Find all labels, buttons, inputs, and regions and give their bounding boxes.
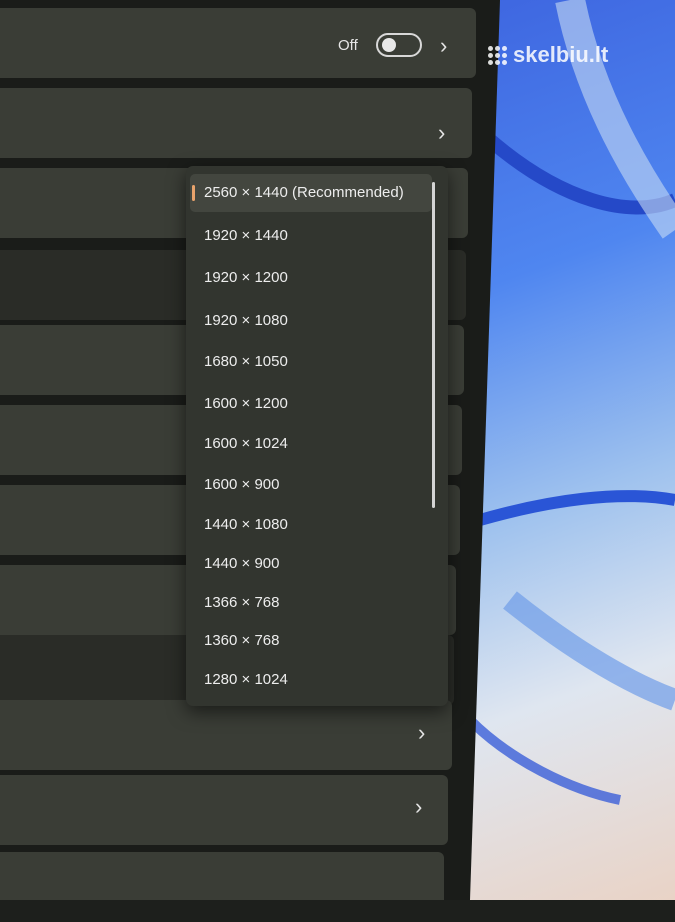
resolution-option[interactable]: 1920 × 1200	[190, 259, 432, 297]
resolution-option[interactable]: 1360 × 768	[190, 622, 432, 660]
resolution-option-label: 1600 × 900	[204, 476, 280, 493]
resolution-option-label: 1920 × 1080	[204, 312, 288, 329]
selected-indicator	[192, 185, 195, 201]
resolution-dropdown[interactable]: 2560 × 1440 (Recommended) 1920 × 1440 19…	[186, 166, 448, 706]
resolution-option-label: 1920 × 1440	[204, 227, 288, 244]
resolution-option[interactable]: 1280 × 1024	[190, 661, 432, 699]
resolution-option-label: 1600 × 1024	[204, 435, 288, 452]
settings-row[interactable]	[0, 88, 472, 158]
toggle-switch[interactable]	[376, 33, 422, 57]
settings-row[interactable]	[0, 852, 444, 900]
toggle-knob	[382, 38, 396, 52]
resolution-option[interactable]: 1680 × 1050	[190, 343, 432, 381]
resolution-option-label: 1280 × 1024	[204, 671, 288, 688]
resolution-option-label: 1366 × 768	[204, 594, 280, 611]
chevron-right-icon[interactable]: ›	[438, 122, 445, 144]
resolution-option-label: 1600 × 1200	[204, 395, 288, 412]
resolution-option-selected[interactable]: 2560 × 1440 (Recommended)	[190, 174, 432, 212]
resolution-option-label: 2560 × 1440 (Recommended)	[204, 184, 404, 201]
resolution-option[interactable]: 1440 × 1080	[190, 506, 432, 544]
watermark-text: skelbiu.lt	[513, 42, 609, 67]
resolution-option[interactable]: 1920 × 1440	[190, 217, 432, 255]
resolution-option[interactable]: 1600 × 1024	[190, 425, 432, 463]
wallpaper-art	[470, 0, 675, 805]
resolution-option[interactable]: 1600 × 900	[190, 466, 432, 504]
resolution-option-label: 1920 × 1200	[204, 269, 288, 286]
desktop-wallpaper	[470, 0, 675, 900]
toggle-state-label: Off	[338, 37, 358, 54]
resolution-option-label: 1360 × 768	[204, 632, 280, 649]
settings-row[interactable]	[0, 775, 448, 845]
watermark: skelbiu.lt	[488, 42, 608, 68]
chevron-right-icon[interactable]: ›	[418, 722, 425, 744]
resolution-option-label: 1440 × 900	[204, 555, 280, 572]
resolution-option-label: 1440 × 1080	[204, 516, 288, 533]
resolution-option[interactable]: 1600 × 1200	[190, 385, 432, 423]
resolution-option[interactable]: 1440 × 900	[190, 545, 432, 583]
watermark-logo-icon	[488, 45, 507, 65]
resolution-option[interactable]: 1920 × 1080	[190, 302, 432, 340]
chevron-right-icon[interactable]: ›	[415, 796, 422, 818]
dropdown-scrollbar[interactable]	[432, 182, 435, 508]
chevron-right-icon[interactable]: ›	[440, 35, 447, 57]
settings-row[interactable]	[0, 700, 452, 770]
resolution-option[interactable]: 1366 × 768	[190, 584, 432, 622]
resolution-option-label: 1680 × 1050	[204, 353, 288, 370]
